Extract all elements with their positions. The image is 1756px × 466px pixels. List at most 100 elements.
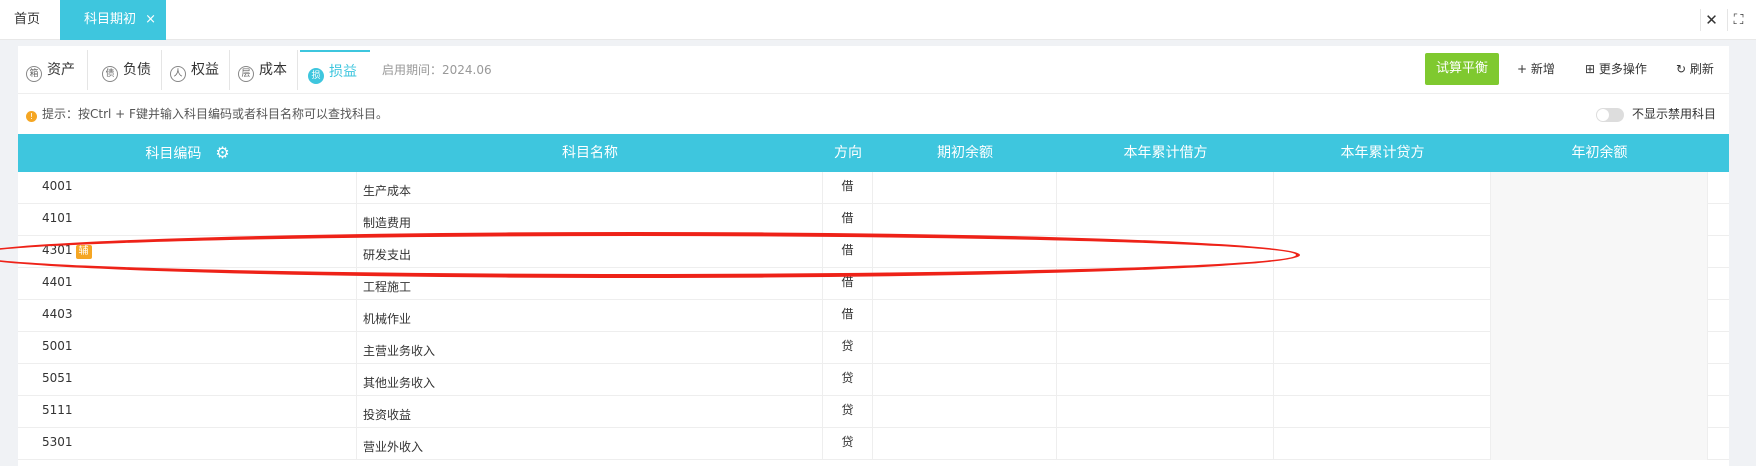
col-opening-balance: 期初余额 bbox=[937, 145, 993, 161]
col-year-begin-balance: 年初余额 bbox=[1571, 145, 1628, 161]
cell-name: 其他业务收入 bbox=[357, 364, 823, 396]
col-code: 科目编码 ⚙ bbox=[18, 134, 357, 172]
tab-assets[interactable]: 箱资产 bbox=[26, 50, 88, 90]
cell-year-credit[interactable] bbox=[1274, 236, 1491, 268]
cell-code: 4401 bbox=[18, 268, 357, 300]
col-year-debit: 本年累计借方 bbox=[1123, 145, 1208, 161]
cell-name: 生产成本 bbox=[357, 172, 823, 204]
cell-opening-balance[interactable] bbox=[873, 364, 1057, 396]
cell-direction: 借 bbox=[823, 204, 873, 236]
cell-opening-balance[interactable] bbox=[873, 236, 1057, 268]
tab-close-icon[interactable]: × bbox=[145, 0, 156, 40]
tab-liabilities[interactable]: 债负债 bbox=[96, 50, 162, 90]
cell-year-credit[interactable] bbox=[1274, 428, 1491, 460]
cell-code: 5051 bbox=[18, 364, 357, 396]
auxiliary-badge: 辅 bbox=[75, 245, 92, 259]
cell-code: 4101 bbox=[18, 204, 357, 236]
cell-year-debit[interactable] bbox=[1057, 396, 1274, 428]
table-row[interactable]: 4101 制造费用 借 bbox=[18, 204, 1729, 236]
cell-name: 制造费用 bbox=[357, 204, 823, 236]
cell-year-debit[interactable] bbox=[1057, 268, 1274, 300]
tab-equity[interactable]: 人权益 bbox=[162, 50, 230, 90]
col-code-label: 科目编码 bbox=[145, 146, 202, 162]
cell-name: 研发支出 bbox=[357, 236, 823, 268]
cell-year-debit[interactable] bbox=[1057, 204, 1274, 236]
trial-balance-button[interactable]: 试算平衡 bbox=[1425, 53, 1499, 85]
cell-opening-balance[interactable] bbox=[873, 204, 1057, 236]
cell-code: 4403 bbox=[18, 300, 357, 332]
cell-name: 主营业务收入 bbox=[357, 332, 823, 364]
tab-liabilities-label: 负债 bbox=[123, 62, 151, 78]
table-row[interactable]: 5301 营业外收入 贷 bbox=[18, 428, 1729, 460]
gear-icon[interactable]: ⚙ bbox=[215, 134, 229, 172]
table-row[interactable]: 4301 辅 研发支出 借 bbox=[18, 236, 1729, 268]
top-tab-bar: 首页 科目期初 × ✕ ⛶ bbox=[0, 0, 1756, 40]
table-row[interactable]: 5051 其他业务收入 贷 bbox=[18, 364, 1729, 396]
hide-disabled-toggle[interactable] bbox=[1596, 108, 1624, 122]
main-panel: 箱资产 债负债 人权益 层成本 损损益 启用期间：2024.06 试算平衡 + … bbox=[18, 46, 1729, 466]
tab-cost[interactable]: 层成本 bbox=[230, 50, 298, 90]
table-row[interactable]: 5111 投资收益 贷 bbox=[18, 396, 1729, 428]
cell-year-begin-balance bbox=[1491, 428, 1708, 460]
cell-direction: 借 bbox=[823, 300, 873, 332]
table-header: 科目编码 ⚙ 科目名称 方向 期初余额 本年累计借方 本年累计贷方 年初余额 bbox=[18, 134, 1729, 172]
cell-code-text: 4301 bbox=[42, 243, 73, 257]
cell-year-debit[interactable] bbox=[1057, 172, 1274, 204]
cell-year-credit[interactable] bbox=[1274, 332, 1491, 364]
table-row[interactable]: 5001 主营业务收入 贷 bbox=[18, 332, 1729, 364]
cell-opening-balance[interactable] bbox=[873, 300, 1057, 332]
table-row[interactable]: 4401 工程施工 借 bbox=[18, 268, 1729, 300]
cell-year-debit[interactable] bbox=[1057, 332, 1274, 364]
tab-subject-opening-label: 科目期初 bbox=[84, 12, 137, 27]
cell-year-credit[interactable] bbox=[1274, 268, 1491, 300]
hide-disabled-label: 不显示禁用科目 bbox=[1632, 107, 1717, 121]
cell-year-begin-balance bbox=[1491, 268, 1708, 300]
cell-opening-balance[interactable] bbox=[873, 268, 1057, 300]
cell-code: 5001 bbox=[18, 332, 357, 364]
tab-profit-loss[interactable]: 损损益 bbox=[300, 50, 370, 90]
cell-year-debit[interactable] bbox=[1057, 364, 1274, 396]
cell-year-debit[interactable] bbox=[1057, 428, 1274, 460]
tab-equity-label: 权益 bbox=[191, 62, 219, 78]
col-year-credit: 本年累计贷方 bbox=[1340, 145, 1425, 161]
refresh-button[interactable]: ↻ 刷新 bbox=[1676, 53, 1714, 85]
col-name: 科目名称 bbox=[562, 145, 618, 161]
cell-opening-balance[interactable] bbox=[873, 428, 1057, 460]
cell-year-debit[interactable] bbox=[1057, 300, 1274, 332]
cell-year-credit[interactable] bbox=[1274, 204, 1491, 236]
cell-opening-balance[interactable] bbox=[873, 332, 1057, 364]
cell-name: 工程施工 bbox=[357, 268, 823, 300]
cell-name: 机械作业 bbox=[357, 300, 823, 332]
cell-year-begin-balance bbox=[1491, 364, 1708, 396]
close-all-icon[interactable]: ✕ bbox=[1700, 9, 1722, 31]
cell-name: 投资收益 bbox=[357, 396, 823, 428]
cell-year-begin-balance bbox=[1491, 300, 1708, 332]
tab-profit-loss-label: 损益 bbox=[329, 64, 357, 80]
tab-home[interactable]: 首页 bbox=[14, 0, 40, 40]
cell-year-begin-balance bbox=[1491, 236, 1708, 268]
table-row[interactable]: 4001 生产成本 借 bbox=[18, 172, 1729, 204]
cell-code: 5301 bbox=[18, 428, 357, 460]
fullscreen-icon[interactable]: ⛶ bbox=[1727, 9, 1749, 31]
col-direction: 方向 bbox=[834, 145, 862, 161]
layers-icon: 层 bbox=[238, 66, 254, 82]
cell-opening-balance[interactable] bbox=[873, 172, 1057, 204]
cell-direction: 贷 bbox=[823, 396, 873, 428]
tab-subject-opening[interactable]: 科目期初 × bbox=[60, 0, 166, 40]
vertical-scrollbar[interactable] bbox=[1746, 46, 1756, 466]
cell-direction: 贷 bbox=[823, 364, 873, 396]
add-button[interactable]: + 新增 bbox=[1517, 53, 1555, 85]
cell-direction: 贷 bbox=[823, 332, 873, 364]
cell-year-credit[interactable] bbox=[1274, 172, 1491, 204]
cell-year-begin-balance bbox=[1491, 396, 1708, 428]
cell-year-debit[interactable] bbox=[1057, 236, 1274, 268]
cell-direction: 借 bbox=[823, 172, 873, 204]
cell-opening-balance[interactable] bbox=[873, 396, 1057, 428]
cell-name: 营业外收入 bbox=[357, 428, 823, 460]
cell-year-credit[interactable] bbox=[1274, 364, 1491, 396]
hint-text: 提示：按Ctrl + F键并输入科目编码或者科目名称可以查找科目。 bbox=[42, 107, 388, 121]
cell-year-credit[interactable] bbox=[1274, 300, 1491, 332]
more-actions-button[interactable]: ⊞ 更多操作 bbox=[1585, 53, 1647, 85]
table-row[interactable]: 4403 机械作业 借 bbox=[18, 300, 1729, 332]
cell-year-credit[interactable] bbox=[1274, 396, 1491, 428]
